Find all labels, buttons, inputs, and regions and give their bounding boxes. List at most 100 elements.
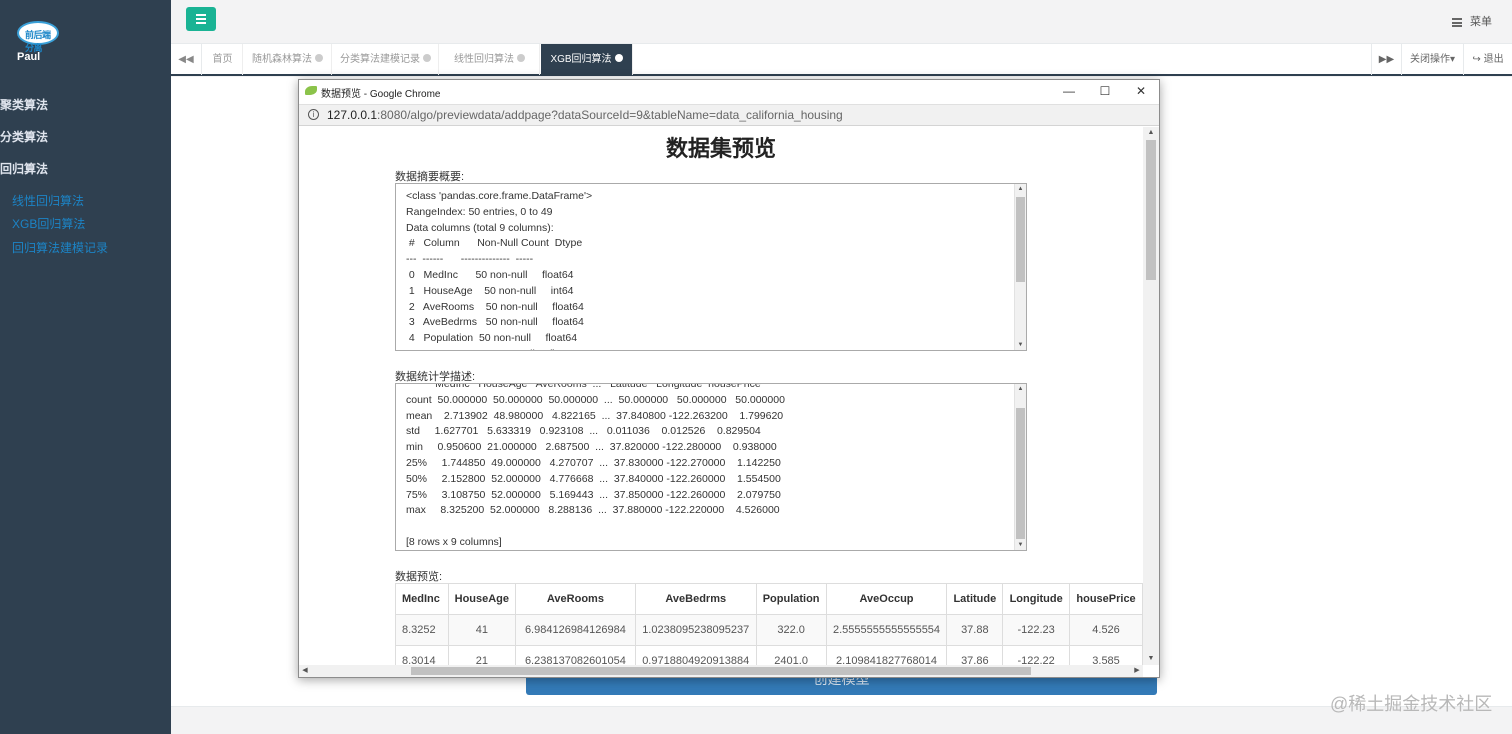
close-icon[interactable]: ✕ — [1123, 80, 1159, 103]
summary-text: <class 'pandas.core.frame.DataFrame'> Ra… — [406, 190, 593, 350]
address-bar[interactable]: i 127.0.0.1:8080/algo/previewdata/addpag… — [299, 104, 1159, 126]
tab-label: 分类算法建模记录 — [340, 54, 420, 65]
scroll-down-icon[interactable]: ▼ — [1015, 340, 1026, 350]
scroll-thumb[interactable] — [1016, 408, 1025, 539]
scroll-left-icon[interactable]: ◀ — [299, 665, 311, 677]
menu-icon — [1452, 17, 1462, 27]
tab-label: XGB回归算法 — [550, 54, 612, 65]
table-cell: 2401.0 — [755, 645, 827, 665]
scroll-thumb[interactable] — [1146, 140, 1156, 280]
page-vertical-scrollbar[interactable]: ▲ ▼ — [1143, 127, 1159, 665]
minimize-icon[interactable]: — — [1051, 80, 1087, 103]
window-title: 数据预览 - Google Chrome — [321, 89, 441, 100]
data-preview-table: MedInc HouseAge AveRooms AveBedrms Popul… — [395, 583, 1143, 665]
top-menu-label: 菜单 — [1470, 16, 1492, 28]
column-header: AveBedrms — [634, 583, 757, 615]
tab-scroll-left-icon[interactable]: ◀◀ — [171, 44, 202, 75]
logout-button[interactable]: ↪ 退出 — [1463, 44, 1512, 75]
table-cell: -122.22 — [1002, 645, 1071, 665]
table-cell: 37.88 — [946, 614, 1004, 646]
table-cell: 8.3014 — [395, 645, 449, 665]
maximize-icon[interactable]: ☐ — [1087, 80, 1123, 103]
chrome-popup-window: 数据预览 - Google Chrome — ☐ ✕ i 127.0.0.1:8… — [298, 79, 1160, 678]
scroll-thumb[interactable] — [1016, 197, 1025, 282]
logout-label: 退出 — [1483, 54, 1504, 65]
page-horizontal-scrollbar[interactable]: ◀ ▶ — [299, 665, 1143, 677]
tab-random-forest[interactable]: 随机森林算法 — [244, 44, 332, 75]
table-cell: 37.86 — [946, 645, 1004, 665]
column-header: housePrice — [1069, 583, 1143, 615]
table-cell: 2.5555555555555554 — [825, 614, 948, 646]
info-icon[interactable]: i — [308, 109, 319, 120]
column-header: HouseAge — [447, 583, 517, 615]
scroll-up-icon[interactable]: ▲ — [1015, 384, 1026, 394]
close-tab-icon[interactable] — [517, 54, 525, 63]
scroll-down-icon[interactable]: ▼ — [1143, 653, 1159, 665]
close-tab-icon[interactable] — [423, 54, 431, 63]
close-tab-icon[interactable] — [614, 54, 623, 63]
toggle-sidebar-button[interactable] — [186, 7, 216, 31]
sidebar-item-regression[interactable]: 回归算法 — [0, 160, 48, 177]
column-header: AveRooms — [515, 583, 636, 615]
sidebar-item-clustering[interactable]: 聚类算法 — [0, 96, 48, 113]
summary-label: 数据摘要概要: — [395, 171, 465, 183]
sidebar: 前后端分离 Paul 聚类算法 分类算法 回归算法 线性回归算法 XGB回归算法… — [0, 0, 171, 734]
url-host: 127.0.0.1 — [327, 108, 378, 122]
table-cell: 322.0 — [755, 614, 827, 646]
scroll-right-icon[interactable]: ▶ — [1131, 665, 1143, 677]
logout-icon: ↪ — [1472, 54, 1481, 65]
close-ops-dropdown[interactable]: 关闭操作▾ — [1401, 44, 1463, 75]
scroll-thumb[interactable] — [411, 667, 1031, 675]
url-path: :8080/algo/previewdata/addpage?dataSourc… — [377, 108, 843, 122]
table-header-row: MedInc HouseAge AveRooms AveBedrms Popul… — [395, 583, 1143, 615]
stats-text: MedInc HouseAge AveRooms ... Latitude Lo… — [406, 383, 785, 548]
table-cell: 21 — [447, 645, 517, 665]
close-tab-icon[interactable] — [315, 54, 323, 63]
sidebar-subitem-regression-records[interactable]: 回归算法建模记录 — [12, 239, 108, 256]
stats-label: 数据统计学描述: — [395, 371, 476, 383]
scroll-up-icon[interactable]: ▲ — [1143, 127, 1159, 139]
tab-xgb-regression[interactable]: XGB回归算法 — [541, 44, 633, 75]
summary-scrollbar[interactable]: ▲ ▼ — [1014, 184, 1026, 350]
tab-home[interactable]: 首页 — [203, 44, 243, 75]
scroll-up-icon[interactable]: ▲ — [1015, 184, 1026, 194]
column-header: MedInc — [395, 583, 449, 615]
url-text[interactable]: 127.0.0.1:8080/algo/previewdata/addpage?… — [327, 108, 843, 122]
tab-label: 线性回归算法 — [454, 54, 514, 65]
tab-bar: ◀◀ 首页 随机森林算法 分类算法建模记录 线性回归算法 XGB回归算法 ▶▶ … — [171, 43, 1512, 76]
stats-scrollbar[interactable]: ▲ ▼ — [1014, 384, 1026, 550]
tab-label: 首页 — [212, 54, 233, 65]
divider — [171, 706, 1512, 707]
user-name: Paul — [17, 51, 41, 63]
page-title: 数据集预览 — [665, 136, 776, 161]
window-titlebar: 数据预览 - Google Chrome — ☐ ✕ — [299, 80, 1159, 103]
logo: 前后端分离 — [17, 21, 59, 53]
favicon-leaf-icon — [305, 86, 317, 95]
column-header: AveOccup — [825, 583, 948, 615]
sidebar-subitem-linear-regression[interactable]: 线性回归算法 — [12, 192, 84, 209]
table-cell: 6.984126984126984 — [515, 614, 636, 646]
scroll-down-icon[interactable]: ▼ — [1015, 540, 1026, 550]
sidebar-item-classification[interactable]: 分类算法 — [0, 128, 48, 145]
summary-textarea[interactable]: <class 'pandas.core.frame.DataFrame'> Ra… — [395, 183, 1027, 351]
tab-scroll-right-icon[interactable]: ▶▶ — [1371, 44, 1401, 75]
column-header: Population — [755, 583, 827, 615]
table-cell: 1.0238095238095237 — [634, 614, 757, 646]
table-cell: 41 — [447, 614, 517, 646]
tab-classification-records[interactable]: 分类算法建模记录 — [333, 44, 439, 75]
top-bar: 菜单 — [171, 0, 1512, 42]
column-header: Latitude — [946, 583, 1004, 615]
table-row: 8.3014 21 6.238137082601054 0.9718804920… — [395, 645, 1143, 665]
table-cell: 0.9718804920913884 — [634, 645, 757, 665]
table-row: 8.3252 41 6.984126984126984 1.0238095238… — [395, 614, 1143, 646]
table-cell: 3.585 — [1069, 645, 1143, 665]
column-header: Longitude — [1002, 583, 1071, 615]
top-menu[interactable]: 菜单 — [1452, 13, 1492, 29]
tab-linear-regression[interactable]: 线性回归算法 — [440, 44, 540, 75]
sidebar-subitem-xgb-regression[interactable]: XGB回归算法 — [12, 215, 85, 232]
table-cell: 8.3252 — [395, 614, 449, 646]
table-cell: 2.109841827768014 — [825, 645, 948, 665]
stats-textarea[interactable]: MedInc HouseAge AveRooms ... Latitude Lo… — [395, 383, 1027, 551]
table-cell: -122.23 — [1002, 614, 1071, 646]
table-cell: 4.526 — [1069, 614, 1143, 646]
